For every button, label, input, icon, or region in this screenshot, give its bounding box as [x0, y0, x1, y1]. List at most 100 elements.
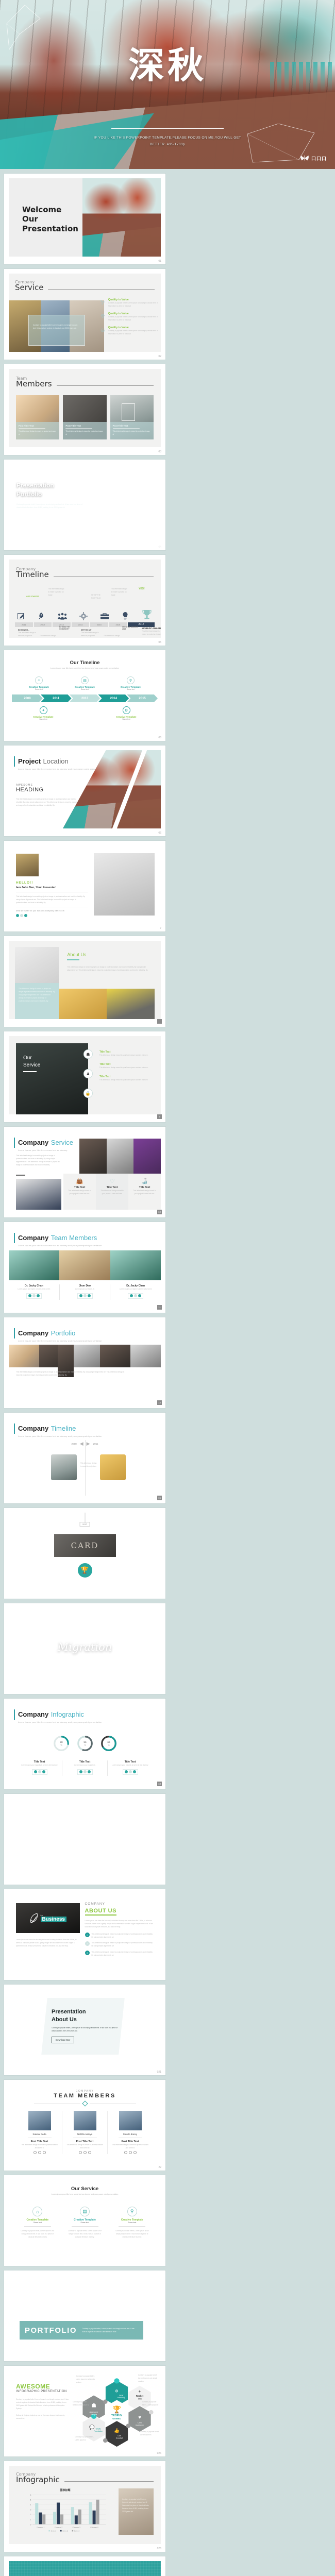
- chevron-left-icon[interactable]: ◀: [80, 1441, 83, 1447]
- slide-our-service-3col[interactable]: Our Service Lorem ipsum your title here …: [4, 2175, 165, 2266]
- twitter-icon[interactable]: [79, 1294, 82, 1298]
- member-role: Lorem ipsum our regret. is: [75, 1288, 95, 1290]
- slide-company-infographic-chart[interactable]: Company Infographic 图表标题 6 5 4 3 2 1 0 C…: [4, 2461, 165, 2552]
- slide-team-members-big[interactable]: COMPANY TEAM MEMBERS Sakawi beda Post Ti…: [4, 2080, 165, 2171]
- slide-hello-triangle[interactable]: Sakawi beda HELLO!! Iam John Deo, Your P…: [4, 1794, 165, 1885]
- slide-company-timeline-2[interactable]: Company Timeline Lorem ipsum your title …: [4, 1413, 165, 1503]
- facebook-icon[interactable]: [134, 1294, 138, 1298]
- twitter-icon[interactable]: [16, 914, 19, 918]
- twitter-icon[interactable]: [78, 2151, 82, 2155]
- about-bullet[interactable]: 1 This letterhead design is meant to pro…: [85, 1933, 155, 1939]
- timeline-bottom-item[interactable]: ✈ Creative Template Some text: [27, 706, 59, 720]
- facebook-icon[interactable]: [83, 2151, 87, 2155]
- social-links[interactable]: [16, 914, 88, 918]
- google-plus-icon[interactable]: [138, 1294, 142, 1298]
- google-plus-icon[interactable]: [132, 1770, 136, 1774]
- timeline-year[interactable]: 2015: [127, 694, 158, 702]
- facebook-icon[interactable]: [128, 2151, 132, 2155]
- member-card[interactable]: Nahfila nateya Post Title Text This lett…: [62, 2111, 108, 2155]
- donut-info[interactable]: Title Text Lorem ipsum your majority is: [62, 1760, 108, 1776]
- facebook-icon[interactable]: [20, 914, 23, 918]
- slide-company-infographic-donuts[interactable]: Company Infographic Lorem ipsum your tit…: [4, 1699, 165, 1789]
- member-card[interactable]: Post Title Text This letterhead design i…: [110, 395, 154, 439]
- twitter-icon[interactable]: [130, 1294, 133, 1298]
- donut-info[interactable]: Title Text Lorem ipsum your majority is …: [108, 1760, 153, 1776]
- service-card[interactable]: 🍶 Title Text This letterhead design mean…: [128, 1174, 161, 1210]
- service-row[interactable]: Title Text This letterhead design meant …: [99, 1063, 150, 1069]
- download-button[interactable]: Download Now: [52, 2037, 75, 2044]
- service-col[interactable]: ⌂ Creative Template Some text Contrary t…: [14, 2207, 61, 2239]
- behance-icon[interactable]: [42, 2151, 46, 2155]
- about-bullet[interactable]: 2 This letterhead design is meant to pro…: [85, 1941, 155, 1947]
- col-body: Contrary to popular belief, Lorem Ipsum …: [68, 2230, 102, 2239]
- twitter-icon[interactable]: [124, 1770, 128, 1774]
- service-item[interactable]: Quality is Value Contrary to popular bel…: [100, 298, 158, 308]
- twitter-icon[interactable]: [34, 1770, 37, 1774]
- behance-icon[interactable]: [133, 2151, 137, 2155]
- facebook-icon[interactable]: [32, 1294, 36, 1298]
- slide-project-location[interactable]: Project Location Lorem ipsum your title …: [4, 745, 165, 836]
- slide-hello-presenter[interactable]: HELLO!! Iam John Deo, Your Presenter! Th…: [4, 841, 165, 931]
- slide-company-timeline-icons[interactable]: Company Timeline GET STARTED This letter…: [4, 555, 165, 646]
- slide-our-service-dark[interactable]: Our Service Title Text This letterhead d…: [4, 1031, 165, 1122]
- slide-about-us[interactable]: This letterhead design is meant to proje…: [4, 936, 165, 1027]
- timeline-top-item[interactable]: ⌂ Creative Template Some text: [23, 676, 55, 690]
- google-plus-icon[interactable]: [87, 1770, 91, 1774]
- slide-company-portfolio[interactable]: Company Portfolio Lorem ipsum your title…: [4, 1317, 165, 1408]
- slide-thanks[interactable]: THANKS FOR WATCHING HAVE A QUESTION?: [4, 2556, 165, 2576]
- slide-our-timeline[interactable]: Our Timeline Lorem ipsum your title here…: [4, 650, 165, 741]
- slide-company-service-2[interactable]: Company Service Lorem ipsum your title h…: [4, 1127, 165, 1217]
- chevron-right-icon[interactable]: ▶: [87, 1441, 90, 1447]
- member-card[interactable]: Manilo darwy Post Title Text This letter…: [108, 2111, 153, 2155]
- timeline-year[interactable]: 2013: [69, 694, 100, 702]
- twitter-icon[interactable]: [124, 2151, 127, 2155]
- slide-award-cover[interactable]: 2017 CARD 🏆: [4, 1508, 165, 1599]
- donut-info[interactable]: Title Text Lorem ipsum your majority is …: [17, 1760, 62, 1776]
- service-item[interactable]: Quality is Value Contrary to popular bel…: [100, 326, 158, 335]
- facebook-icon[interactable]: [38, 1770, 41, 1774]
- download-button[interactable]: Download Now: [16, 514, 40, 521]
- service-item[interactable]: Quality is Value Contrary to popular bel…: [100, 312, 158, 321]
- slide-company-service[interactable]: Company Service Contrary to popular beli…: [4, 269, 165, 360]
- facebook-icon[interactable]: [83, 1770, 87, 1774]
- twitter-icon[interactable]: [33, 2151, 37, 2155]
- slide-presentation-about-us[interactable]: Presentation About Us Contrary to popula…: [4, 1985, 165, 2075]
- member-card[interactable]: Post Title Text This letterhead design i…: [63, 395, 107, 439]
- google-plus-icon[interactable]: [42, 1770, 45, 1774]
- google-plus-icon[interactable]: [36, 1294, 40, 1298]
- twitter-icon[interactable]: [79, 1770, 82, 1774]
- slide-team-members[interactable]: Team Members Post Title Text This letter…: [4, 364, 165, 455]
- service-row[interactable]: Title Text This letterhead design meant …: [99, 1050, 150, 1057]
- member-info[interactable]: Jhon Deo Lorem ipsum our regret. is: [60, 1284, 111, 1300]
- timeline-top-item[interactable]: ⚲ Creative Template Some text: [115, 676, 147, 690]
- timeline-bottom-item[interactable]: ⚙ Creative Template Some text: [110, 706, 142, 720]
- behance-icon[interactable]: [88, 2151, 91, 2155]
- slide-company-about-us[interactable]: the Business Lorem Ipsum has been the in…: [4, 1889, 165, 1980]
- timeline-year[interactable]: 2011: [40, 694, 72, 702]
- facebook-icon[interactable]: [38, 2151, 41, 2155]
- slide-welcome[interactable]: Welcome Our Presentation 01: [4, 174, 165, 264]
- member-card[interactable]: Sakawi beda Post Title Text This letterh…: [17, 2111, 62, 2155]
- about-bullet[interactable]: 3 This letterhead design is meant to pro…: [85, 1950, 155, 1957]
- member-info[interactable]: Dr. Jacky Chan Lorem ipsum our regret. i…: [110, 1284, 161, 1300]
- service-card[interactable]: 👜 Title Text This letterhead design mean…: [63, 1174, 96, 1210]
- timeline-year[interactable]: 2008: [12, 694, 43, 702]
- member-info[interactable]: Dr. Jacky Chan Lorem ipsum our regret. i…: [9, 1284, 60, 1300]
- slide-portfolio-cover-big[interactable]: PORTFOLIO Contrary to popular belief, Lo…: [4, 2270, 165, 2361]
- slide-company-team-members[interactable]: Company Team Members Lorem ipsum your ti…: [4, 1222, 165, 1313]
- facebook-icon[interactable]: [128, 1770, 132, 1774]
- slide-migration-cover[interactable]: WELCOME TO OUR Migration: [4, 1603, 165, 1694]
- service-col[interactable]: ⚲ Creative Template Some text Contrary t…: [108, 2207, 156, 2239]
- timeline-top-item[interactable]: ▤ Creative Template Some text: [69, 676, 101, 690]
- google-plus-icon[interactable]: [24, 914, 27, 918]
- facebook-icon[interactable]: [83, 1294, 87, 1298]
- google-plus-icon[interactable]: [87, 1294, 91, 1298]
- slide-awesome-infographic[interactable]: AWESOME INFOGRAPHIC PRESENTATION Contrar…: [4, 2366, 165, 2456]
- service-col[interactable]: ▤ Creative Template Some text Contrary t…: [61, 2207, 109, 2239]
- slide-presentation-portfolio[interactable]: Presentation Portfolio Contrary to popul…: [4, 460, 165, 550]
- service-card[interactable]: ♡ Title Text This letterhead design mean…: [96, 1174, 128, 1210]
- twitter-icon[interactable]: [28, 1294, 31, 1298]
- service-row[interactable]: Title Text This letterhead design meant …: [99, 1075, 150, 1081]
- timeline-year[interactable]: 2014: [98, 694, 129, 702]
- member-card[interactable]: Post Title Text This letterhead design i…: [16, 395, 60, 439]
